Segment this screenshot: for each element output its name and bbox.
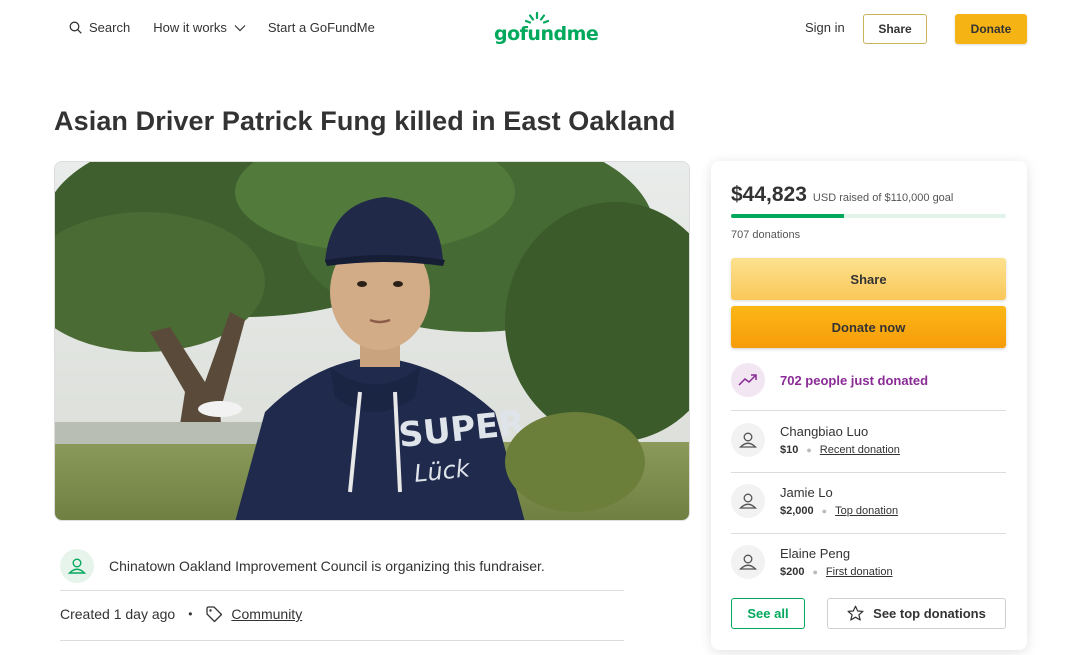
donor-info: Jamie Lo $2,000 ● Top donation [780,485,898,517]
see-all-button[interactable]: See all [731,598,805,629]
gofundme-logo[interactable]: gofundme [494,12,599,48]
donor-item: Jamie Lo $2,000 ● Top donation [731,484,898,518]
divider [731,533,1006,534]
search-icon [69,21,82,34]
donor-avatar [731,484,765,518]
search-label: Search [89,20,131,35]
donor-item: Elaine Peng $200 ● First donation [731,545,893,579]
donor-hand-icon [738,554,758,570]
donation-type-link[interactable]: Recent donation [820,444,900,456]
just-donated-row: 702 people just donated [731,363,928,397]
divider [60,640,624,641]
donor-info: Elaine Peng $200 ● First donation [780,546,893,578]
header: Search How it works Start a GoFundMe gof… [0,0,1080,60]
tag-icon [206,606,223,623]
start-gofundme-label: Start a GoFundMe [267,20,375,35]
trending-up-icon [738,374,757,386]
donor-info: Changbiao Luo $10 ● Recent donation [780,424,900,456]
nav-left: Search How it works Start a GoFundMe [69,20,375,35]
search-link[interactable]: Search [69,20,130,35]
logo-text: gofundme [494,23,599,45]
page-title: Asian Driver Patrick Fung killed in East… [54,106,676,136]
how-it-works-menu[interactable]: How it works [153,20,246,35]
donor-name: Elaine Peng [780,546,851,561]
progress-fill [731,214,844,218]
donate-button-header[interactable]: Donate [955,14,1027,44]
donor-amount: $10 [780,444,799,456]
campaign-hero-image[interactable]: SUPER Lück [54,161,690,521]
separator-dot: ● [812,567,818,577]
donate-now-button[interactable]: Donate now [731,306,1006,348]
progress-bar [731,214,1006,218]
donor-meta: $10 ● Recent donation [780,444,900,456]
donor-amount: $2,000 [780,505,814,517]
donor-avatar [731,545,765,579]
separator-dot: ● [806,445,812,455]
donor-hand-icon [738,493,758,509]
raised-goal-text: USD raised of $110,000 goal [812,192,954,204]
how-it-works-label: How it works [153,20,227,35]
divider [731,472,1006,473]
donor-name: Changbiao Luo [780,424,869,439]
donor-amount: $200 [780,566,805,578]
organizer-avatar [60,549,94,583]
separator-dot: ● [821,506,828,516]
donor-meta: $2,000 ● Top donation [780,505,898,517]
trend-avatar [731,363,765,397]
created-text: Created 1 day ago [60,606,176,622]
see-top-donations-label: See top donations [873,606,986,621]
hero-photo: SUPER Lück [55,162,689,520]
donor-hand-icon [738,432,758,448]
user-icon [67,558,87,574]
donation-count: 707 donations [731,229,801,241]
organizer-text: Chinatown Oakland Improvement Council is… [109,558,545,574]
see-top-donations-button[interactable]: See top donations [827,598,1006,629]
share-button[interactable]: Share [731,258,1006,300]
category-link[interactable]: Community [231,606,302,622]
star-icon [847,605,864,621]
donor-avatar [731,423,765,457]
svg-text:Lück: Lück [413,454,472,488]
donation-panel: $44,823 USD raised of $110,000 goal 707 … [711,161,1027,650]
separator-dot: • [188,607,193,621]
donor-meta: $200 ● First donation [780,566,893,578]
raised-amount: $44,823 [731,183,807,206]
donation-type-link[interactable]: First donation [826,566,893,578]
raised-row: $44,823 USD raised of $110,000 goal [731,183,953,207]
share-button-header[interactable]: Share [863,14,927,44]
sign-in-link[interactable]: Sign in [805,20,845,35]
just-donated-text: 702 people just donated [780,372,929,388]
created-row: Created 1 day ago • Community [60,605,302,623]
chevron-down-icon [234,24,246,31]
donor-name: Jamie Lo [780,485,833,500]
start-gofundme-link[interactable]: Start a GoFundMe [268,20,375,35]
donor-item: Changbiao Luo $10 ● Recent donation [731,423,900,457]
donation-type-link[interactable]: Top donation [835,505,898,517]
divider [60,590,624,591]
organizer-row: Chinatown Oakland Improvement Council is… [60,541,624,591]
divider [731,410,1006,411]
